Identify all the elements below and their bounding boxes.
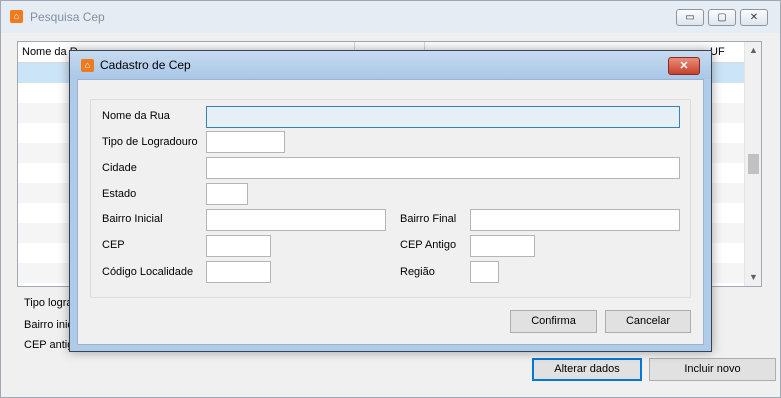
label-bairro-inicial: Bairro inic xyxy=(24,319,73,331)
scroll-thumb[interactable] xyxy=(748,154,759,174)
close-button[interactable]: ✕ xyxy=(740,9,768,26)
incluir-novo-label: Incluir novo xyxy=(684,363,741,375)
dialog-title: Cadastro de Cep xyxy=(100,58,191,72)
label-bairro-inicial: Bairro Inicial xyxy=(102,213,163,225)
label-bairro-final: Bairro Final xyxy=(400,213,457,225)
nome-da-rua-input[interactable] xyxy=(206,106,680,128)
label-cep-antigo: CEP Antigo xyxy=(400,239,457,251)
maximize-button[interactable]: ▢ xyxy=(708,9,736,26)
label-cidade: Cidade xyxy=(102,162,137,174)
cadastro-cep-dialog: ⌂ Cadastro de Cep ✕ Nome da Rua Tipo de … xyxy=(69,50,712,352)
label-regiao: Região xyxy=(400,266,435,278)
cep-antigo-input[interactable] xyxy=(470,235,535,257)
incluir-novo-button[interactable]: Incluir novo xyxy=(649,358,776,381)
label-codigo-localidade: Código Localidade xyxy=(102,266,194,278)
cancelar-label: Cancelar xyxy=(625,315,671,327)
column-header-uf[interactable]: UF xyxy=(710,46,725,58)
label-cep: CEP xyxy=(102,239,125,251)
label-tipo-logradouro: Tipo logra xyxy=(24,297,73,309)
bairro-inicial-input[interactable] xyxy=(206,209,386,231)
cancelar-button[interactable]: Cancelar xyxy=(605,310,691,333)
app-icon: ⌂ xyxy=(10,10,23,23)
app-icon: ⌂ xyxy=(81,59,94,72)
scroll-up-icon[interactable]: ▲ xyxy=(745,42,761,59)
label-tipo-de-logradouro: Tipo de Logradouro xyxy=(102,136,198,148)
minimize-button[interactable]: ▭ xyxy=(676,9,704,26)
codigo-localidade-input[interactable] xyxy=(206,261,271,283)
confirma-button[interactable]: Confirma xyxy=(510,310,597,333)
dialog-body: Nome da Rua Tipo de Logradouro Cidade Es… xyxy=(77,79,704,345)
dialog-title-bar: ⌂ Cadastro de Cep ✕ xyxy=(70,51,711,79)
label-nome-da-rua: Nome da Rua xyxy=(102,110,170,122)
tipo-de-logradouro-input[interactable] xyxy=(206,131,285,153)
scroll-down-icon[interactable]: ▼ xyxy=(745,269,761,286)
label-estado: Estado xyxy=(102,188,137,200)
window-title: Pesquisa Cep xyxy=(30,10,105,24)
cep-input[interactable] xyxy=(206,235,271,257)
label-cep-antigo: CEP antig xyxy=(24,339,74,351)
confirma-label: Confirma xyxy=(531,315,576,327)
bairro-final-input[interactable] xyxy=(470,209,680,231)
dialog-close-button[interactable]: ✕ xyxy=(668,57,700,75)
title-bar: ⌂ Pesquisa Cep ▭ ▢ ✕ xyxy=(1,1,780,33)
estado-input[interactable] xyxy=(206,183,248,205)
alterar-dados-button[interactable]: Alterar dados xyxy=(532,358,642,381)
regiao-input[interactable] xyxy=(470,261,499,283)
vertical-scrollbar[interactable]: ▲ ▼ xyxy=(744,42,761,286)
alterar-dados-label: Alterar dados xyxy=(554,363,620,375)
cidade-input[interactable] xyxy=(206,157,680,179)
